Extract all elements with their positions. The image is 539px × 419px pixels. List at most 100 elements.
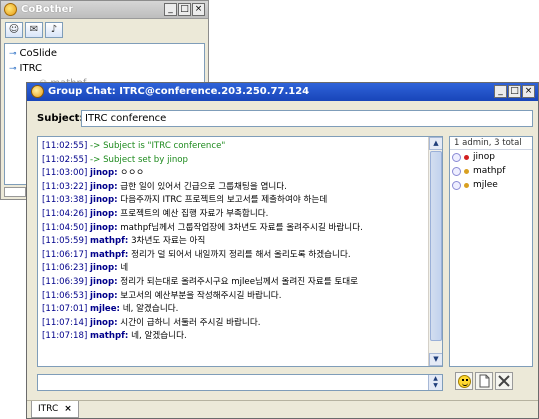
message-sender: jinop: [90,222,118,233]
message-time: [11:07:18] [42,331,88,342]
tree-toggle-icon[interactable]: ⊸ [9,49,17,59]
chat-message: [11:03:22] jinop: 급한 일이 있어서 긴급으로 그룹채팅을 엽… [42,181,424,195]
tree-item-coslide[interactable]: ⊸ CoSlide [9,46,200,61]
status-dot-icon [464,154,469,160]
chat-message: [11:06:17] mathpf: 정리가 덜 되어서 내일까지 정리를 해서… [42,249,424,263]
scroll-down-icon[interactable]: ▼ [429,353,442,366]
chat-message: [11:04:50] jinop: mathpf님께서 그룹작업장에 3차년도 … [42,222,424,236]
user-name: mathpf [473,166,506,176]
message-text: 정리가 덜 되어서 내일까지 정리를 해서 올리도록 하겠습니다. [131,249,351,260]
app-logo-icon [4,3,17,16]
group-chat-titlebar[interactable]: Group Chat: ITRC@conference.203.250.77.1… [27,83,538,101]
tree-item-label: ITRC [19,63,43,74]
message-sender: jinop: [90,195,118,206]
close-button[interactable]: × [522,85,535,98]
subject-row: Subject: [37,109,533,127]
chat-message: [11:06:23] jinop: 네 [42,262,424,276]
chat-message: [11:03:00] jinop: ㅇㅇㅇ [42,167,424,181]
message-sender: mjlee: [90,304,120,315]
chat-message: [11:02:55] -> Subject set by jinop [42,154,424,168]
user-list: 1 admin, 3 total jinop mathpf mjlee [449,136,533,367]
message-time: [11:06:17] [42,249,88,260]
message-text: mathpf님께서 그룹작업장에 3차년도 자료를 올려주시길 바랍니다. [120,222,363,233]
tree-toggle-icon[interactable]: ⊸ [9,64,17,74]
user-name: jinop [473,152,495,162]
message-time: [11:02:55] [42,154,88,165]
chat-message: [11:07:18] mathpf: 네, 알겠습니다. [42,330,424,344]
scroll-up-icon[interactable]: ▲ [429,137,442,150]
message-input[interactable] [38,375,428,390]
user-list-item[interactable]: jinop [450,150,532,164]
message-time: [11:06:53] [42,290,88,301]
message-sender: jinop: [90,263,118,274]
message-time: [11:06:23] [42,263,88,274]
minimize-button[interactable]: _ [164,3,177,16]
user-list-item[interactable]: mathpf [450,164,532,178]
group-chat-title: Group Chat: ITRC@conference.203.250.77.1… [48,86,310,97]
status-dot-icon [464,168,469,174]
message-time: [11:03:22] [42,181,88,192]
chat-message: [11:06:39] jinop: 정리가 되는대로 올려주시구요 mjlee님… [42,276,424,290]
scroll-thumb[interactable] [430,151,442,341]
status-dot-icon [464,182,469,188]
cobother-titlebar[interactable]: CoBother _ □ × [1,1,208,19]
message-text: 시간이 급하니 서둘러 주시길 바랍니다. [120,317,261,328]
message-sender: jinop: [90,276,118,287]
speaker-icon[interactable]: ♪ [45,22,63,38]
message-text: 프로젝트의 예산 집행 자료가 부족합니다. [120,208,269,219]
smiley-icon[interactable]: ☺ [5,22,23,38]
message-time: [11:03:00] [42,168,88,179]
tree-item-itrc[interactable]: ⊸ ITRC [9,61,200,76]
maximize-button[interactable]: □ [508,85,521,98]
smiley-icon[interactable] [455,372,473,390]
message-sender: mathpf: [90,236,129,247]
message-time: [11:05:59] [42,236,88,247]
user-face-icon [452,166,461,176]
message-text: 급한 일이 있어서 긴급으로 그룹채팅을 엽니다. [120,181,287,192]
tab-bar: ITRC × [27,400,538,418]
chat-message: [11:07:14] jinop: 시간이 급하니 서둘러 주시길 바랍니다. [42,317,424,331]
app-logo-icon [31,85,44,98]
user-face-icon [452,180,461,190]
close-tab-icon[interactable]: × [64,404,72,414]
message-text: -> Subject is "ITRC conference" [90,141,226,151]
message-sender: jinop: [90,290,118,301]
message-input-box[interactable]: ▲ ▼ [37,374,443,391]
message-time: [11:06:39] [42,276,88,287]
message-sender: jinop: [90,208,118,219]
message-sender: mathpf: [90,331,129,342]
chat-lines: [11:02:55] -> Subject is "ITRC conferenc… [42,140,424,344]
user-face-icon [452,152,461,162]
message-text: 네 [120,263,129,274]
user-list-item[interactable]: mjlee [450,178,532,192]
message-text: 3차년도 자료는 아직 [131,236,206,247]
message-sender: jinop: [90,317,118,328]
chat-message: [11:03:38] jinop: 다음주까지 ITRC 프로젝트의 보고서를 … [42,194,424,208]
message-sender: mathpf: [90,249,129,260]
status-box[interactable] [4,187,26,197]
tab-itrc[interactable]: ITRC × [31,401,79,418]
message-icon[interactable]: ✉ [25,22,43,38]
file-icon[interactable] [475,372,493,390]
tools-icon[interactable] [495,372,513,390]
chat-message: [11:06:53] jinop: 보고서의 예산부분을 작성해주시길 바랍니다… [42,290,424,304]
message-text: 보고서의 예산부분을 작성해주시길 바랍니다. [120,290,282,301]
subject-input[interactable] [81,109,533,127]
message-text: ㅇㅇㅇ [120,168,145,179]
message-time: [11:04:50] [42,222,88,233]
chat-message: [11:05:59] mathpf: 3차년도 자료는 아직 [42,235,424,249]
group-chat-window: Group Chat: ITRC@conference.203.250.77.1… [26,82,539,419]
minimize-button[interactable]: _ [494,85,507,98]
user-count: 1 admin, 3 total [450,137,532,150]
close-button[interactable]: × [192,3,205,16]
chat-log: [11:02:55] -> Subject is "ITRC conferenc… [37,136,443,367]
input-scroll-icon[interactable]: ▲ ▼ [428,375,442,390]
message-text: 다음주까지 ITRC 프로젝트의 보고서를 제출하여야 하는데 [120,195,328,206]
chat-scrollbar[interactable]: ▲ ▼ [428,137,442,366]
message-time: [11:07:14] [42,317,88,328]
maximize-button[interactable]: □ [178,3,191,16]
message-text: 정리가 되는대로 올려주시구요 mjlee님께서 올려진 자료를 토대로 [120,276,359,287]
user-rows: jinop mathpf mjlee [450,150,532,192]
cobother-toolbar: ☺ ✉ ♪ [1,19,208,41]
chat-message: [11:04:26] jinop: 프로젝트의 예산 집행 자료가 부족합니다. [42,208,424,222]
